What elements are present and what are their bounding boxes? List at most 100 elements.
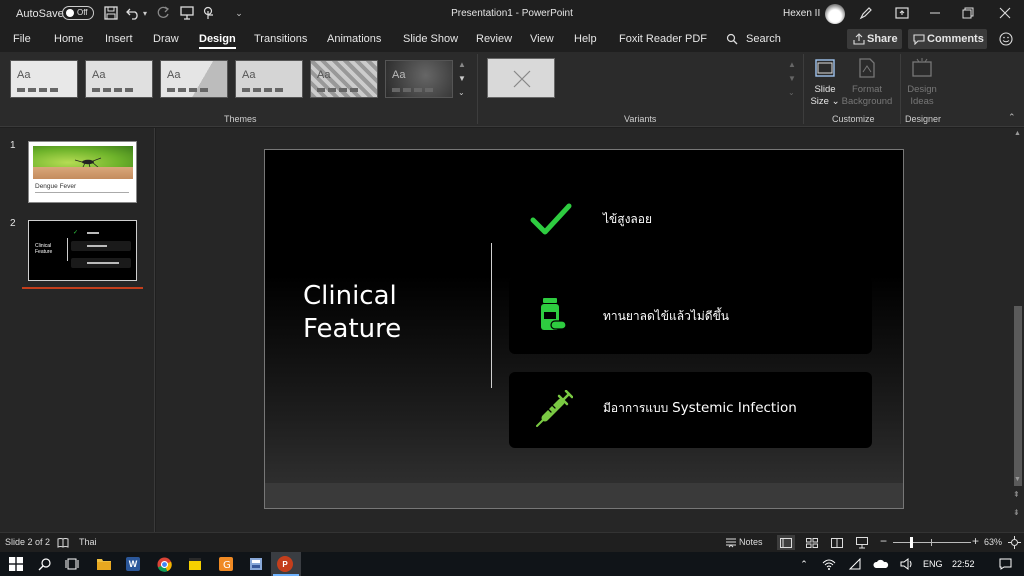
slide-show-icon[interactable]	[856, 537, 868, 549]
search-icon[interactable]	[36, 555, 54, 573]
variants-scroll-up-icon[interactable]: ▲	[788, 60, 796, 69]
sticky-notes-icon[interactable]	[186, 555, 204, 573]
feature-item-1[interactable]: ไข้สูงลอย	[603, 210, 652, 229]
tab-file[interactable]: File	[13, 33, 31, 45]
tab-help[interactable]: Help	[574, 33, 597, 45]
notifications-icon[interactable]	[996, 555, 1014, 573]
tab-slide-show[interactable]: Slide Show	[403, 33, 458, 45]
comments-label: Comments	[927, 33, 984, 45]
format-background-button[interactable]: Format Background	[840, 56, 894, 108]
thumb-text	[87, 262, 119, 264]
themes-scroll-up-icon[interactable]: ▲	[458, 60, 466, 69]
pen-icon[interactable]	[857, 4, 875, 22]
spelling-book-icon[interactable]	[57, 537, 69, 548]
minimize-icon[interactable]	[926, 4, 944, 22]
variants-scroll-down-icon[interactable]: ▼	[788, 74, 796, 83]
fit-to-window-icon[interactable]	[1008, 536, 1021, 549]
variants-more-icon[interactable]: ⌄	[788, 88, 795, 97]
share-label: Share	[867, 33, 898, 45]
normal-view-icon[interactable]	[780, 538, 792, 548]
theme-office[interactable]: Aa	[10, 60, 78, 98]
tab-view[interactable]: View	[530, 33, 554, 45]
input-language[interactable]: ENG	[923, 559, 943, 569]
windows-start-icon[interactable]	[7, 555, 25, 573]
next-slide-icon[interactable]: ⇟	[1013, 508, 1020, 517]
scroll-thumb[interactable]	[1014, 306, 1022, 486]
user-name[interactable]: Hexen II	[783, 8, 820, 19]
foxit-icon[interactable]: G	[217, 555, 235, 573]
tab-review[interactable]: Review	[476, 33, 512, 45]
notes-button[interactable]: Notes	[739, 537, 763, 547]
variant-1[interactable]	[487, 58, 555, 98]
previous-slide-icon[interactable]: ⇞	[1013, 490, 1020, 499]
task-view-icon[interactable]	[63, 555, 81, 573]
tab-draw[interactable]: Draw	[153, 33, 179, 45]
feature-card-3[interactable]: มีอาการแบบ Systemic Infection	[509, 372, 872, 448]
wifi-icon[interactable]	[820, 555, 838, 573]
slide-thumbnail-2[interactable]: Clinical Feature ✓	[28, 220, 137, 281]
zoom-slider-thumb[interactable]	[910, 537, 913, 548]
ribbon-display-icon[interactable]	[893, 4, 911, 22]
chrome-icon[interactable]	[155, 555, 173, 573]
slide-size-label: Slide	[814, 84, 836, 95]
tab-home[interactable]: Home	[54, 33, 83, 45]
themes-more-icon[interactable]: ⌄	[458, 88, 465, 97]
tab-foxit-reader-pdf[interactable]: Foxit Reader PDF	[619, 33, 707, 45]
slide-title[interactable]: Clinical Feature	[303, 280, 401, 346]
feedback-smiley-icon[interactable]	[999, 32, 1013, 49]
divider	[803, 54, 804, 124]
slide-thumbnail-1[interactable]: Dengue Fever	[28, 141, 137, 203]
language-label[interactable]: Thai	[79, 537, 97, 547]
feature-item-3-emphasis: Systemic Infection	[672, 400, 797, 416]
insertion-marker	[22, 287, 143, 289]
scroll-down-icon[interactable]: ▼	[1014, 476, 1021, 483]
close-icon[interactable]	[996, 4, 1014, 22]
theme-4[interactable]: Aa	[235, 60, 303, 98]
tab-animations[interactable]: Animations	[327, 33, 381, 45]
slide-size-label-2: Size ⌄	[810, 96, 840, 107]
share-button[interactable]: Share	[847, 29, 902, 49]
status-bar: Slide 2 of 2 Thai Notes − + 63%	[0, 532, 1024, 552]
tab-design[interactable]: Design	[199, 33, 236, 49]
zoom-level[interactable]: 63%	[984, 537, 1002, 547]
zoom-in-icon[interactable]: +	[972, 534, 979, 548]
restore-icon[interactable]	[959, 4, 977, 22]
feature-card-2[interactable]: ทานยาลดไข้แล้วไม่ดีขึ้น	[509, 278, 872, 354]
collapse-ribbon-icon[interactable]: ⌃	[1008, 112, 1016, 123]
word-icon[interactable]: W	[126, 557, 140, 571]
theme-sample: Aa	[242, 69, 256, 81]
zoom-out-icon[interactable]: −	[880, 534, 887, 548]
slide-title-line-1: Clinical	[303, 281, 397, 311]
divider	[900, 54, 901, 124]
theme-5[interactable]: Aa	[310, 60, 378, 98]
zoom-slider-track[interactable]	[893, 542, 971, 543]
theme-6[interactable]: Aa	[385, 60, 453, 98]
scroll-up-icon[interactable]: ▲	[1014, 130, 1021, 137]
comments-button[interactable]: Comments	[908, 29, 987, 49]
slide[interactable]: Clinical Feature ไข้สูงลอย ทานยาลดไข้แล้…	[264, 149, 904, 509]
avatar[interactable]	[825, 4, 845, 24]
onedrive-icon[interactable]	[872, 555, 890, 573]
reading-view-icon[interactable]	[831, 538, 843, 548]
slide-sorter-icon[interactable]	[806, 538, 818, 548]
app-icon[interactable]	[247, 555, 265, 573]
volume-icon[interactable]	[898, 555, 916, 573]
theme-2[interactable]: Aa	[85, 60, 153, 98]
format-background-label: Format	[851, 84, 883, 95]
divider	[477, 54, 478, 124]
search-label[interactable]: Search	[746, 33, 781, 45]
file-explorer-icon[interactable]	[95, 555, 113, 573]
themes-scroll-down-icon[interactable]: ▼	[458, 74, 466, 83]
slide-thumbnail-pane: 1 Dengue Fever 2 Clinical Feature ✓	[0, 128, 155, 532]
tab-transitions[interactable]: Transitions	[254, 33, 307, 45]
powerpoint-icon[interactable]: P	[277, 556, 293, 572]
slide-size-button[interactable]: Slide Size ⌄	[806, 56, 844, 108]
search-icon[interactable]	[726, 33, 738, 48]
network-icon[interactable]	[846, 555, 864, 573]
vertical-scrollbar[interactable]: ▲ ▼ ⇞ ⇟	[1012, 128, 1024, 532]
tab-insert[interactable]: Insert	[105, 33, 133, 45]
clock[interactable]: 22:52	[952, 559, 975, 569]
show-hidden-icons-icon[interactable]: ⌃	[795, 555, 813, 573]
design-ideas-button[interactable]: Design Ideas	[902, 56, 942, 108]
theme-3[interactable]: Aa	[160, 60, 228, 98]
